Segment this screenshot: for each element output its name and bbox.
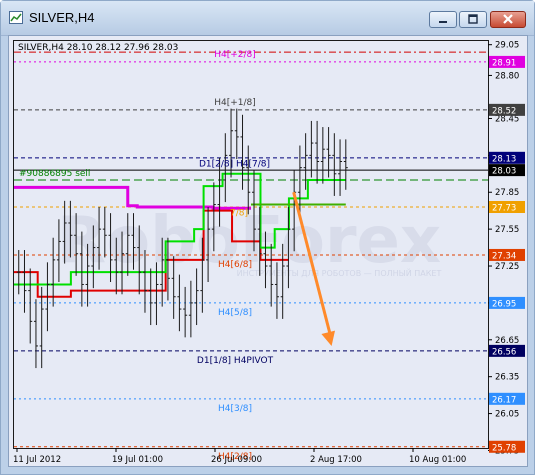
y-tick-label: 26.05	[495, 410, 519, 420]
x-tick-label: 26 Jul 09:00	[211, 455, 262, 465]
x-tick-label: 11 Jul 2012	[13, 455, 61, 465]
price-tag-label: 27.73	[492, 203, 516, 213]
level-label: H4[5/8]	[218, 308, 252, 318]
y-tick-label: 27.25	[495, 262, 519, 272]
chart-canvas: RoboForex ИНСТРУМЕНТЫ ДЛЯ РОБОТОВ — ПОЛН…	[13, 40, 525, 465]
level-label: #90886895 sell	[19, 169, 90, 179]
price-tag-label: 28.13	[492, 154, 516, 164]
y-tick-label: 28.80	[495, 71, 519, 81]
price-tag-label: 28.52	[492, 106, 516, 116]
price-tag-label: 27.34	[492, 251, 516, 261]
level-label: D1[1/8] H4PIVOT	[197, 356, 274, 366]
y-tick-label: 26.65	[495, 336, 519, 346]
price-tag-label: 25.78	[492, 443, 516, 453]
price-chart[interactable]: RoboForex ИНСТРУМЕНТЫ ДЛЯ РОБОТОВ — ПОЛН…	[8, 35, 528, 467]
title-bar[interactable]: SILVER,H4	[1, 1, 534, 36]
y-tick-label: 29.05	[495, 41, 519, 51]
window-title: SILVER,H4	[29, 10, 95, 25]
price-tag-label: 26.95	[492, 299, 516, 309]
close-icon	[503, 14, 513, 24]
arrow-head	[321, 330, 336, 346]
level-label: 7/8]	[230, 209, 248, 219]
y-tick-label: 27.55	[495, 225, 519, 235]
price-tag-label: 26.56	[492, 347, 516, 357]
x-tick-label: 19 Jul 01:00	[112, 455, 163, 465]
x-axis: 11 Jul 2012 19 Jul 01:00 26 Jul 09:00 2 Aug…	[13, 448, 466, 465]
ohlc-header: SILVER,H4 28.10 28.12 27.96 28.03	[18, 43, 178, 53]
watermark-subtext: ИНСТРУМЕНТЫ ДЛЯ РОБОТОВ — ПОЛНЫЙ ПАКЕТ	[237, 267, 442, 278]
x-tick-label: 2 Aug 17:00	[310, 455, 362, 465]
minimize-button[interactable]	[429, 11, 457, 28]
y-tick-label: 27.85	[495, 188, 519, 198]
level-label: H4[+1/8]	[214, 98, 256, 108]
chart-window: SILVER,H4 RoboForex ИНСТРУМЕНТЫ ДЛЯ РОБО…	[0, 0, 535, 475]
price-tag-label: 26.17	[492, 395, 516, 405]
price-tag-label: 28.91	[492, 58, 516, 68]
level-label: H4[6/8]	[218, 260, 252, 270]
level-label: H4[3/8]	[218, 404, 252, 414]
maximize-button[interactable]	[459, 11, 487, 28]
close-button[interactable]	[490, 11, 526, 28]
level-label: D1[2/8] H4[7/8]	[199, 159, 270, 169]
x-tick-label: 10 Aug 01:00	[409, 455, 466, 465]
minimize-icon	[439, 21, 447, 23]
level-label: H4[+2/8]	[214, 50, 256, 60]
y-tick-label: 26.35	[495, 373, 519, 383]
price-tags: 28.91 28.52 28.13 28.03 27.73 27.34 26.95 26.56…	[489, 55, 525, 453]
chart-icon	[9, 11, 23, 24]
price-tag-label: 28.03	[492, 167, 516, 177]
maximize-icon	[468, 14, 478, 24]
